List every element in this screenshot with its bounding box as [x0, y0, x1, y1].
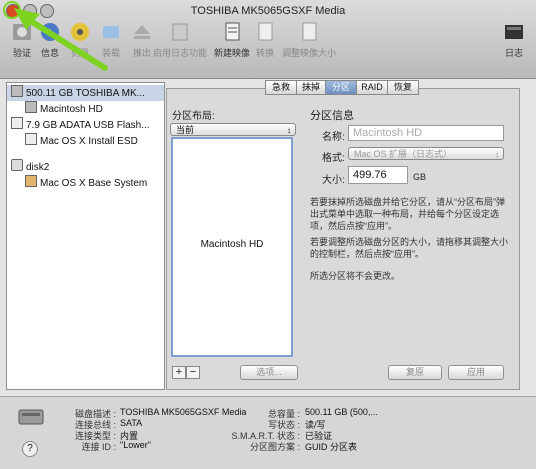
toolbar-journal[interactable]: 启用日志功能 [150, 20, 210, 59]
toolbar-resize-image-label: 调整映像大小 [281, 48, 336, 58]
sidebar-item-toshiba-disk[interactable]: 500.11 GB TOSHIBA MK... [7, 85, 164, 101]
green-arrow-annotation-icon [3, 1, 108, 71]
usb-disk-icon [11, 117, 23, 129]
size-unit: GB [413, 172, 427, 182]
toolbar-eject-label: 推出 [132, 48, 151, 58]
partition-scheme-key: 分区图方案 : [249, 442, 300, 452]
partition-info-heading: 分区信息 [310, 110, 354, 122]
sidebar-item-base-system[interactable]: Mac OS X Base System [7, 175, 147, 191]
popup-chevron-icon: ↕ [287, 126, 291, 135]
disk-image-icon [11, 159, 23, 171]
name-field[interactable]: Macintosh HD [348, 125, 504, 141]
journal-icon [172, 23, 188, 41]
partition-scheme-value: GUID 分区表 [305, 442, 358, 452]
sidebar-item-label: 500.11 GB TOSHIBA MK... [26, 88, 145, 99]
size-label: 大小: [322, 175, 345, 186]
name-label: 名称: [322, 132, 345, 143]
apply-button[interactable]: 应用 [448, 365, 504, 380]
tab-restore[interactable]: 恢复 [387, 80, 419, 95]
disk-description-value: TOSHIBA MK5065GSXF Media [120, 407, 247, 417]
sidebar-item-macintosh-hd[interactable]: Macintosh HD [7, 101, 103, 117]
sidebar-item-install-esd[interactable]: Mac OS X Install ESD [7, 133, 138, 149]
hard-disk-icon [18, 409, 44, 425]
partition-map-label: Macintosh HD [200, 239, 264, 250]
disk-info-bar: 磁盘描述 : TOSHIBA MK5065GSXF Media 连接总线 : S… [0, 396, 536, 469]
toolbar-log-label: 日志 [504, 48, 523, 58]
sidebar-item-label: Mac OS X Base System [40, 178, 148, 189]
toolbar-convert-label: 转换 [255, 48, 274, 58]
hard-disk-icon [11, 85, 23, 97]
remove-partition-button[interactable]: − [186, 366, 200, 379]
partition-layout-value: 当前 [176, 125, 195, 135]
toolbar-resize-image[interactable]: 调整映像大小 [278, 20, 340, 59]
tab-raid[interactable]: RAID [356, 80, 388, 95]
connection-id-value: "Lower" [120, 440, 151, 450]
sidebar-item-label: Mac OS X Install ESD [40, 136, 138, 147]
options-button[interactable]: 选项... [240, 365, 298, 380]
popup-chevron-icon: ↕ [495, 150, 499, 159]
toolbar-journal-label: 启用日志功能 [152, 48, 207, 58]
partition-map[interactable]: Macintosh HD [171, 137, 293, 357]
sidebar-item-disk2[interactable]: disk2 [7, 159, 49, 175]
bus-value: SATA [120, 418, 143, 428]
tab-partition[interactable]: 分区 [325, 80, 357, 95]
capacity-value: 500.11 GB (500,... [305, 407, 378, 417]
add-partition-button[interactable]: + [172, 366, 186, 379]
format-value: Mac OS 扩展（日志式） [354, 149, 453, 159]
revert-button[interactable]: 复原 [388, 365, 442, 380]
size-field[interactable]: 499.76 [348, 166, 408, 184]
disk-list-sidebar[interactable]: 500.11 GB TOSHIBA MK... Macintosh HD 7.9… [6, 82, 165, 390]
tab-first-aid[interactable]: 急救 [265, 80, 297, 95]
volume-icon [25, 133, 37, 145]
tab-erase[interactable]: 抹掉 [296, 80, 326, 95]
volume-icon [25, 175, 37, 187]
format-label: 格式: [322, 153, 345, 164]
help-button[interactable]: ? [22, 441, 38, 457]
resize-image-icon [302, 22, 317, 41]
format-popup[interactable]: Mac OS 扩展（日志式） ↕ [348, 147, 504, 160]
sidebar-item-label: Macintosh HD [40, 104, 103, 115]
help-text-partition: 若要抹掉所选磁盘并给它分区，请从“分区布局”弹出式菜单中选取一种布局，并给每个分… [310, 197, 505, 231]
sidebar-item-adata-usb[interactable]: 7.9 GB ADATA USB Flash... [7, 117, 150, 133]
new-image-icon [225, 22, 240, 41]
volume-icon [25, 101, 37, 113]
connection-id-key: 连接 ID : [81, 442, 116, 452]
partition-layout-heading: 分区布局: [172, 111, 215, 122]
toolbar-log[interactable]: 日志 [492, 20, 536, 59]
help-text-unchanged: 所选分区将不会更改。 [310, 271, 401, 281]
log-icon [505, 25, 523, 39]
title-bar: TOSHIBA MK5065GSXF Media 验证 i 信息 刻录 装载 推… [0, 0, 536, 79]
partition-layout-popup[interactable]: 当前 ↕ [170, 123, 296, 136]
convert-icon [258, 22, 273, 41]
sidebar-item-label: 7.9 GB ADATA USB Flash... [26, 120, 150, 131]
disk-utility-window: TOSHIBA MK5065GSXF Media 验证 i 信息 刻录 装载 推… [0, 0, 536, 469]
help-text-resize: 若要调整所选磁盘分区的大小，请拖移其调整大小的控制栏，然后点按“应用”。 [310, 237, 509, 259]
sidebar-item-label: disk2 [26, 162, 50, 173]
